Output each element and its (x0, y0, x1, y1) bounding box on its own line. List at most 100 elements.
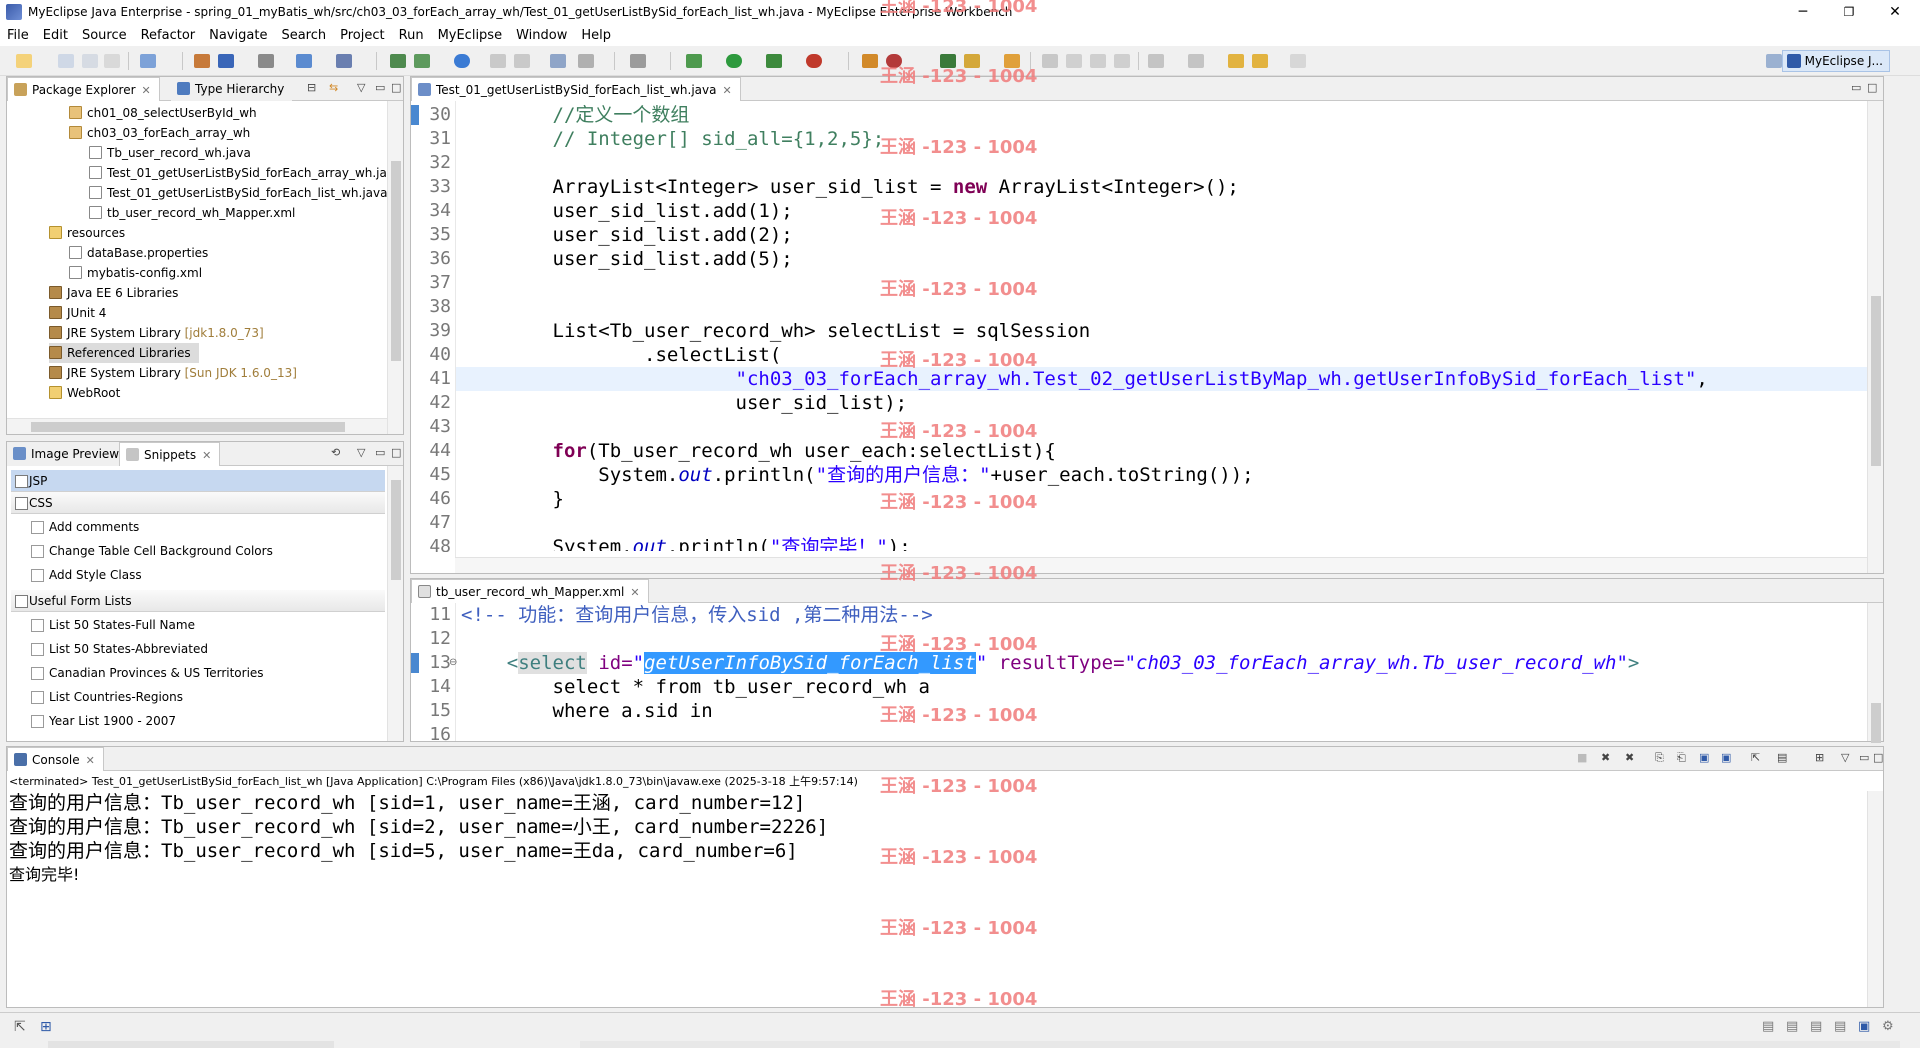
tree-item[interactable]: Referenced Libraries (49, 343, 199, 363)
tree-item[interactable]: Test_01_getUserListBySid_forEach_list_wh… (89, 183, 387, 203)
block-select-icon[interactable] (1114, 54, 1130, 68)
debug-icon[interactable] (686, 54, 702, 68)
code-line[interactable]: <!-- 功能：查询用户信息，传入sid ,第二种用法--> (461, 603, 933, 627)
tree-item[interactable]: ch01_08_selectUserById_wh (69, 103, 257, 123)
deploy-icon[interactable] (218, 54, 234, 68)
minimize-icon[interactable]: ▭ (1859, 751, 1869, 764)
display-console-icon[interactable]: ▤ (1777, 751, 1787, 764)
run-icon[interactable] (726, 54, 742, 68)
tab-type-hierarchy[interactable]: Type Hierarchy (171, 77, 293, 101)
tray-icon[interactable]: ▤ (1834, 1019, 1846, 1034)
code-line[interactable]: System.out.println("查询完毕！"); (461, 535, 911, 551)
next-annotation-icon[interactable] (1148, 54, 1164, 68)
build-icon[interactable] (390, 54, 406, 68)
server-icon[interactable] (258, 54, 274, 68)
back-icon[interactable] (490, 54, 506, 68)
search-icon[interactable] (336, 54, 352, 68)
tree-item[interactable]: Java EE 6 Libraries (49, 283, 178, 303)
back-history-icon[interactable] (1252, 54, 1268, 68)
tab-xml-file[interactable]: tb_user_record_wh_Mapper.xml ✕ (411, 579, 649, 603)
tree-horizontal-scrollbar[interactable] (7, 418, 387, 434)
save-icon[interactable] (58, 54, 74, 68)
tree-item[interactable]: resources (49, 223, 125, 243)
minimize-icon[interactable]: ▭ (375, 81, 385, 94)
code-line[interactable]: user_sid_list); (461, 391, 908, 415)
code-line[interactable]: List<Tb_user_record_wh> selectList = sql… (461, 319, 1091, 343)
new-icon[interactable] (16, 54, 32, 68)
snippet-item[interactable]: List 50 States-Full Name (31, 614, 195, 636)
tree-item[interactable]: Tb_user_record_wh.java (89, 143, 251, 163)
terminate-icon[interactable]: ■ (1577, 751, 1587, 764)
code-line[interactable]: .selectList( (461, 343, 781, 367)
show-whitespace-icon[interactable] (1090, 54, 1106, 68)
print-icon[interactable] (104, 54, 120, 68)
maximize-icon[interactable]: □ (1873, 751, 1883, 764)
code-line[interactable]: } (461, 487, 564, 511)
customize-icon[interactable]: ⟲ (331, 446, 340, 459)
tree-item[interactable]: WebRoot (49, 383, 120, 403)
tree-item[interactable]: ch03_03_forEach_array_wh (69, 123, 250, 143)
code-line[interactable]: user_sid_list.add(1); (461, 199, 793, 223)
snippet-group-form-lists[interactable]: Useful Form Lists (11, 590, 385, 612)
snippet-item[interactable]: Canadian Provinces & US Territories (31, 662, 264, 684)
snippet-item[interactable]: List 50 States-Abbreviated (31, 638, 208, 660)
snippet-item[interactable]: Change Table Cell Background Colors (31, 540, 273, 562)
view-menu-icon[interactable]: ▽ (1841, 751, 1849, 764)
new-project-icon[interactable] (140, 54, 156, 68)
tray-icon[interactable]: ▤ (1810, 1019, 1822, 1034)
perspective-myeclipse[interactable]: MyEclipse J... (1781, 50, 1890, 72)
outline-icon[interactable]: ⊞ (40, 1019, 52, 1035)
code-line[interactable]: ArrayList<Integer> user_sid_list = new A… (461, 175, 1239, 199)
snippets-vertical-scrollbar[interactable] (387, 466, 403, 741)
highlight-icon[interactable] (1066, 54, 1082, 68)
menu-search[interactable]: Search (274, 28, 333, 43)
show-stderr-icon[interactable]: ▣ (1721, 751, 1731, 764)
code-line[interactable]: select * from tb_user_record_wh a (461, 675, 931, 699)
link-editor-icon[interactable]: ⇆ (329, 81, 338, 94)
debug-config-icon[interactable] (414, 54, 430, 68)
tab-java-file[interactable]: Test_01_getUserListBySid_forEach_list_wh… (411, 77, 741, 101)
scroll-lock-icon[interactable]: ⎗ (1677, 751, 1686, 765)
pin-console-icon[interactable]: ⇱ (1751, 751, 1760, 764)
toggle-icon[interactable] (578, 54, 594, 68)
tab-snippets[interactable]: Snippets ✕ (119, 442, 221, 466)
menu-project[interactable]: Project (333, 28, 391, 43)
tree-item[interactable]: JRE System Library [jdk1.8.0_73] (49, 323, 264, 343)
view-menu-icon[interactable]: ▽ (357, 81, 365, 94)
code-line[interactable]: <select id="getUserInfoBySid_forEach_lis… (461, 651, 1639, 675)
tab-console[interactable]: Console ✕ (7, 747, 104, 771)
snippet-item[interactable]: Add comments (31, 516, 139, 538)
code-line[interactable]: //定义一个数组 (461, 103, 690, 127)
open-perspective-icon[interactable] (1766, 54, 1782, 68)
code-line[interactable]: // Integer[] sid_all={1,2,5}; (461, 127, 885, 151)
tray-icon[interactable]: ⚙ (1882, 1019, 1894, 1034)
console-vertical-scrollbar[interactable] (1867, 791, 1883, 1007)
menu-window[interactable]: Window (509, 28, 574, 43)
close-icon[interactable]: ✕ (86, 754, 95, 767)
tree-vertical-scrollbar[interactable] (387, 101, 403, 434)
forward-icon[interactable] (514, 54, 530, 68)
show-stdout-icon[interactable]: ▣ (1699, 751, 1709, 764)
close-icon[interactable]: ✕ (202, 449, 211, 462)
maximize-icon[interactable]: □ (391, 446, 401, 459)
snippet-group-jsp[interactable]: JSP (11, 470, 385, 492)
last-edit-icon[interactable] (1228, 54, 1244, 68)
code-line[interactable]: user_sid_list.add(5); (461, 247, 793, 271)
tray-icon[interactable]: ▣ (1858, 1019, 1870, 1034)
snippet-item[interactable]: Add Style Class (31, 564, 142, 586)
maximize-icon[interactable]: □ (1867, 81, 1877, 94)
tree-item[interactable]: mybatis-config.xml (69, 263, 202, 283)
menu-edit[interactable]: Edit (36, 28, 75, 43)
minimize-icon[interactable]: ▭ (375, 446, 385, 459)
code-line[interactable]: System.out.println("查询的用户信息："+user_each.… (461, 463, 1253, 487)
tray-icon[interactable]: ▤ (1786, 1019, 1798, 1034)
open-type-icon[interactable] (296, 54, 312, 68)
remove-all-icon[interactable]: ✖ (1625, 751, 1634, 764)
minimize-button[interactable]: ─ (1780, 0, 1826, 24)
tree-item[interactable]: dataBase.properties (69, 243, 208, 263)
snippet-item[interactable]: List Countries-Regions (31, 686, 183, 708)
restore-button[interactable]: ❐ (1826, 0, 1872, 24)
menu-file[interactable]: File (0, 28, 36, 43)
close-button[interactable]: ✕ (1872, 0, 1918, 24)
tab-package-explorer[interactable]: Package Explorer ✕ (7, 77, 160, 101)
